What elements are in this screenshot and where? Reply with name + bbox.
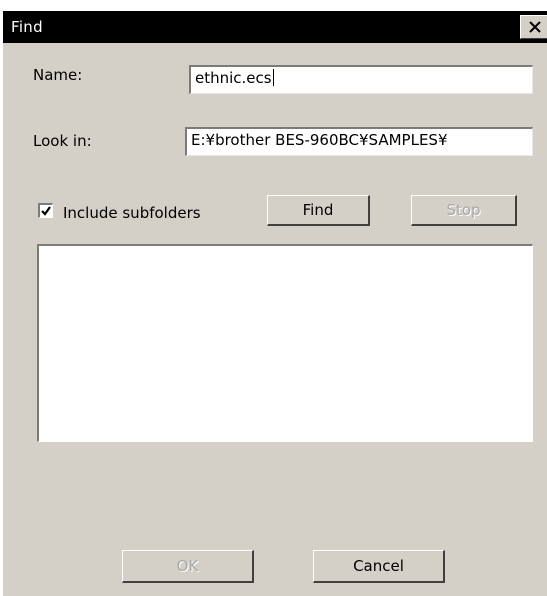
name-field[interactable]: ethnic.ecs (189, 65, 533, 94)
find-dialog: Find Name: ethnic.ecs Look in: E:¥brothe… (2, 10, 547, 596)
name-field-value: ethnic.ecs (195, 69, 272, 87)
results-list[interactable] (37, 244, 533, 442)
include-subfolders-label[interactable]: Include subfolders (63, 203, 201, 223)
lookin-field-value: E:¥brother BES-960BC¥SAMPLES¥ (191, 131, 448, 149)
name-label: Name: (33, 66, 83, 84)
lookin-field[interactable]: E:¥brother BES-960BC¥SAMPLES¥ (185, 127, 533, 156)
text-caret (272, 69, 274, 86)
close-icon (529, 21, 541, 33)
stop-button[interactable]: Stop (411, 195, 517, 226)
title-bar[interactable]: Find (3, 11, 547, 43)
find-button[interactable]: Find (267, 195, 370, 226)
lookin-label: Look in: (33, 132, 92, 150)
include-subfolders-checkbox[interactable] (38, 203, 53, 218)
checkmark-icon (41, 206, 51, 216)
ok-button[interactable]: OK (122, 550, 254, 583)
dialog-title: Find (11, 18, 43, 36)
cancel-button[interactable]: Cancel (313, 550, 445, 583)
close-button[interactable] (520, 15, 547, 39)
